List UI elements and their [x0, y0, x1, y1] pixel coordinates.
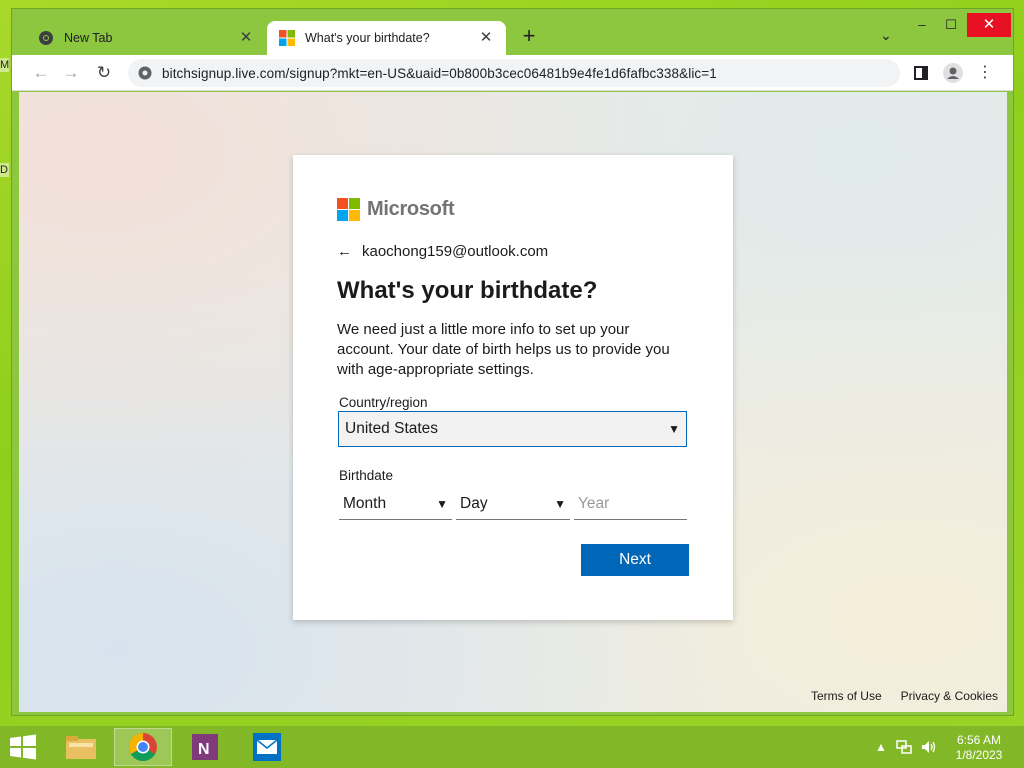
tab-strip: New Tab ✕ What's your birthdate? ✕ + ⌄ –…: [12, 9, 1013, 55]
globe-icon: [138, 66, 152, 80]
chevron-down-icon: ▼: [668, 422, 680, 436]
new-tab-button[interactable]: +: [517, 25, 541, 49]
forward-button[interactable]: →: [59, 61, 83, 85]
description-text: We need just a little more info to set u…: [337, 321, 670, 378]
day-select[interactable]: Day ▼: [456, 488, 570, 520]
year-input[interactable]: [578, 494, 683, 513]
year-field-wrapper: [574, 488, 687, 520]
taskbar-chrome[interactable]: [114, 728, 172, 766]
profile-icon: [943, 63, 963, 83]
desktop-icon-label-d: D: [0, 163, 9, 177]
day-value: Day: [460, 494, 488, 512]
brand-name: Microsoft: [367, 198, 455, 220]
page-viewport: Microsoft ← kaochong159@outlook.com What…: [19, 92, 1007, 712]
side-panel-icon: [914, 66, 928, 80]
tab-birthdate[interactable]: What's your birthdate? ✕: [267, 21, 506, 55]
back-arrow-icon[interactable]: ←: [337, 243, 352, 260]
maximize-button[interactable]: ☐: [937, 13, 965, 37]
taskbar-mail[interactable]: [238, 728, 296, 766]
side-panel-button[interactable]: [909, 61, 933, 85]
microsoft-icon: [279, 30, 295, 46]
minimize-button[interactable]: –: [908, 13, 936, 37]
onenote-icon: N: [192, 734, 218, 760]
month-value: Month: [343, 494, 387, 512]
file-explorer-icon: [66, 736, 96, 759]
privacy-link[interactable]: Privacy & Cookies: [901, 689, 998, 703]
taskbar-clock[interactable]: 6:56 AM 1/8/2023: [948, 733, 1010, 763]
month-select[interactable]: Month ▼: [339, 488, 452, 520]
close-icon[interactable]: ✕: [238, 30, 254, 46]
signup-card: Microsoft ← kaochong159@outlook.com What…: [293, 155, 733, 620]
chevron-down-icon: ▼: [436, 496, 448, 511]
chrome-icon: [39, 31, 53, 45]
microsoft-logo-icon: [337, 198, 360, 221]
country-label: Country/region: [339, 395, 428, 410]
identity-email: kaochong159@outlook.com: [362, 243, 549, 260]
clock-time: 6:56 AM: [956, 733, 1002, 747]
taskbar-file-explorer[interactable]: [52, 728, 110, 766]
network-icon[interactable]: [896, 726, 912, 768]
tab-title: What's your birthdate?: [305, 31, 430, 45]
chrome-icon: [129, 733, 157, 761]
menu-button[interactable]: ⋮: [973, 61, 997, 85]
chevron-down-icon: ▼: [554, 496, 566, 511]
show-hidden-icons-button[interactable]: ▲: [875, 726, 887, 768]
desktop-icon-label-m: M: [0, 58, 9, 72]
next-button[interactable]: Next: [581, 544, 689, 576]
close-icon[interactable]: ✕: [478, 30, 494, 46]
terms-link[interactable]: Terms of Use: [811, 689, 882, 703]
back-button[interactable]: ←: [29, 61, 53, 85]
url-text: bitchsignup.live.com/signup?mkt=en-US&ua…: [162, 65, 717, 81]
tab-new-tab[interactable]: New Tab ✕: [26, 21, 266, 55]
address-bar[interactable]: bitchsignup.live.com/signup?mkt=en-US&ua…: [128, 59, 900, 87]
microsoft-logo: Microsoft: [337, 198, 455, 221]
volume-icon[interactable]: [921, 726, 937, 768]
taskbar-onenote[interactable]: N: [176, 728, 234, 766]
country-value: United States: [345, 420, 439, 437]
page-title: What's your birthdate?: [337, 277, 598, 304]
windows-start-icon[interactable]: [8, 734, 38, 760]
close-window-button[interactable]: ✕: [967, 13, 1011, 37]
mail-icon: [253, 733, 281, 761]
browser-toolbar: ← → ↻ bitchsignup.live.com/signup?mkt=en…: [12, 55, 1013, 91]
tab-title: New Tab: [64, 31, 113, 45]
svg-text:N: N: [198, 741, 210, 758]
browser-window: New Tab ✕ What's your birthdate? ✕ + ⌄ –…: [11, 8, 1014, 716]
tab-search-button[interactable]: ⌄: [876, 27, 896, 47]
country-select[interactable]: United States ▼: [338, 411, 687, 447]
birthdate-label: Birthdate: [339, 468, 394, 483]
taskbar: N ▲ 6:56 AM 1/8/2023: [0, 726, 1024, 768]
reload-button[interactable]: ↻: [92, 61, 116, 85]
clock-date: 1/8/2023: [955, 748, 1003, 762]
identity-banner[interactable]: ← kaochong159@outlook.com: [337, 243, 548, 260]
footer-links: Terms of Use Privacy & Cookies: [811, 689, 998, 703]
profile-button[interactable]: [941, 61, 965, 85]
